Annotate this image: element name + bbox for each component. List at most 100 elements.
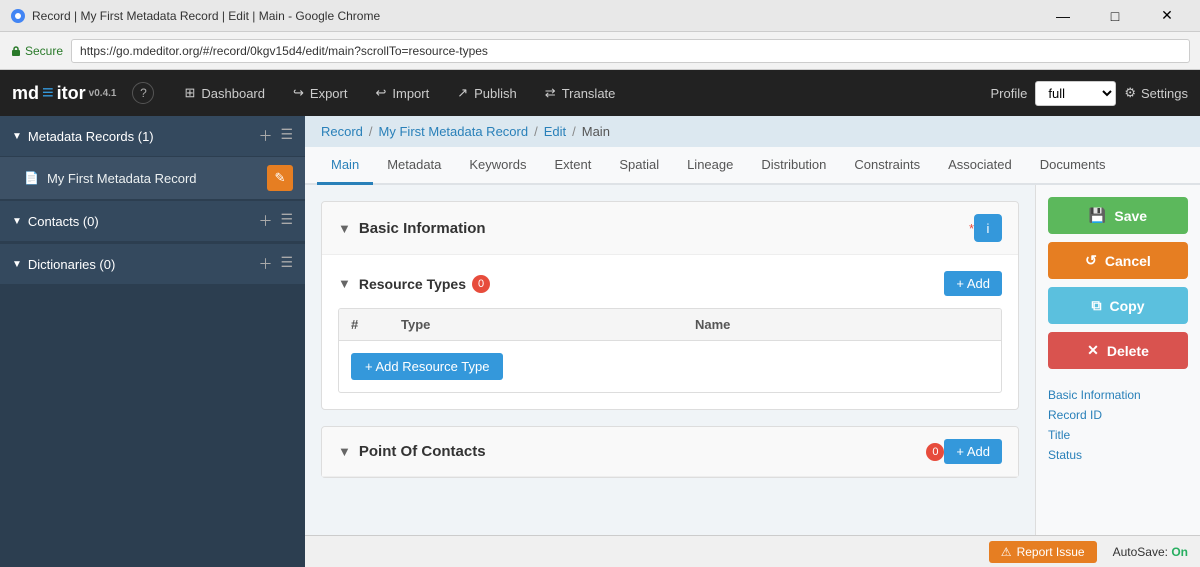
basic-info-card: ▼ Basic Information * i ▼ Resource Types… [321, 201, 1019, 410]
tab-extent[interactable]: Extent [540, 147, 605, 185]
basic-info-header: ▼ Basic Information * i [322, 202, 1018, 255]
add-record-icon[interactable]: ＋ [258, 126, 272, 146]
tab-keywords[interactable]: Keywords [455, 147, 540, 185]
chevron-right-icon: ▼ [12, 216, 22, 227]
window-controls: — □ ✕ [1040, 0, 1190, 32]
secure-badge: Secure [10, 44, 63, 58]
import-icon: ↩ [375, 85, 386, 101]
export-button[interactable]: ↪ Export [279, 70, 361, 116]
save-button[interactable]: 💾 Save [1048, 197, 1188, 234]
content-scroll-area: ▼ Basic Information * i ▼ Resource Types… [305, 185, 1200, 535]
main-area: ▼ Metadata Records (1) ＋ ☰ 📄 My First Me… [0, 116, 1200, 567]
dashboard-icon: ⊞ [184, 85, 195, 101]
browser-bar: Secure [0, 32, 1200, 70]
window-title: Record | My First Metadata Record | Edit… [32, 9, 1040, 23]
collapse-resource-icon[interactable]: ▼ [338, 276, 351, 291]
breadcrumb-record-name[interactable]: My First Metadata Record [379, 124, 529, 139]
url-input[interactable] [71, 39, 1190, 63]
breadcrumb-main: Main [582, 124, 610, 139]
basic-info-button[interactable]: i [974, 214, 1002, 242]
point-of-contacts-header: ▼ Point Of Contacts 0 + Add [322, 427, 1018, 477]
minimize-button[interactable]: — [1040, 0, 1086, 32]
nav-link-record-id[interactable]: Record ID [1048, 405, 1188, 425]
col-type: Type [401, 317, 695, 332]
import-button[interactable]: ↩ Import [361, 70, 443, 116]
translate-button[interactable]: ⇄ Translate [531, 70, 630, 116]
tab-spatial[interactable]: Spatial [605, 147, 673, 185]
resource-types-header: ▼ Resource Types 0 + Add [338, 271, 1002, 296]
chevron-down-icon: ▼ [12, 131, 22, 142]
record-file-icon: 📄 [24, 171, 39, 185]
dictionaries-section[interactable]: ▼ Dictionaries (0) ＋ ☰ [0, 244, 305, 285]
col-number: # [351, 317, 401, 332]
add-dict-icon[interactable]: ＋ [258, 254, 272, 274]
dict-list-icon[interactable]: ☰ [280, 254, 293, 274]
collapse-contacts-icon[interactable]: ▼ [338, 444, 351, 459]
breadcrumb: Record / My First Metadata Record / Edit… [305, 116, 1200, 147]
publish-button[interactable]: ↗ Publish [443, 70, 531, 116]
basic-info-body: ▼ Resource Types 0 + Add # Type Name [322, 255, 1018, 409]
lock-icon [10, 45, 22, 57]
help-button[interactable]: ? [132, 82, 154, 104]
tab-main[interactable]: Main [317, 147, 373, 185]
publish-icon: ↗ [457, 85, 468, 101]
dashboard-button[interactable]: ⊞ Dashboard [170, 70, 279, 116]
profile-select[interactable]: full basic [1035, 81, 1116, 106]
save-icon: 💾 [1089, 207, 1106, 224]
tab-lineage[interactable]: Lineage [673, 147, 747, 185]
tab-distribution[interactable]: Distribution [747, 147, 840, 185]
logo: md ≡ itor v0.4.1 [12, 82, 116, 105]
list-icon[interactable]: ☰ [280, 126, 293, 146]
logo-separator-icon: ≡ [42, 82, 54, 105]
tab-metadata[interactable]: Metadata [373, 147, 455, 185]
tab-constraints[interactable]: Constraints [840, 147, 934, 185]
collapse-basic-icon[interactable]: ▼ [338, 221, 351, 236]
right-nav-links: Basic Information Record ID Title Status [1048, 385, 1188, 465]
resource-types-table: # Type Name + Add Resource Type [338, 308, 1002, 393]
metadata-records-section[interactable]: ▼ Metadata Records (1) ＋ ☰ [0, 116, 305, 157]
chevron-dict-icon: ▼ [12, 259, 22, 270]
add-resource-type-button[interactable]: + Add [944, 271, 1002, 296]
breadcrumb-record[interactable]: Record [321, 124, 363, 139]
section-actions: ＋ ☰ [258, 126, 293, 146]
contacts-actions: ＋ ☰ [258, 211, 293, 231]
contacts-list-icon[interactable]: ☰ [280, 211, 293, 231]
tab-associated[interactable]: Associated [934, 147, 1026, 185]
add-contact-button[interactable]: + Add [944, 439, 1002, 464]
profile-section: Profile full basic ⚙ Settings [991, 81, 1189, 106]
cancel-button[interactable]: ↺ Cancel [1048, 242, 1188, 279]
title-bar: Record | My First Metadata Record | Edit… [0, 0, 1200, 32]
settings-icon: ⚙ [1124, 85, 1136, 101]
undo-icon: ↺ [1085, 252, 1097, 269]
copy-button[interactable]: ⧉ Copy [1048, 287, 1188, 324]
top-nav: md ≡ itor v0.4.1 ? ⊞ Dashboard ↪ Export … [0, 70, 1200, 116]
point-of-contacts-card: ▼ Point Of Contacts 0 + Add [321, 426, 1019, 478]
right-sidebar: 💾 Save ↺ Cancel ⧉ Copy ✕ Delete [1035, 185, 1200, 535]
nav-link-basic-info[interactable]: Basic Information [1048, 385, 1188, 405]
nav-link-status[interactable]: Status [1048, 445, 1188, 465]
add-contact-icon[interactable]: ＋ [258, 211, 272, 231]
settings-button[interactable]: ⚙ Settings [1124, 85, 1188, 101]
report-issue-button[interactable]: ⚠ Report Issue [989, 541, 1097, 563]
add-resource-inline-button[interactable]: + Add Resource Type [351, 353, 503, 380]
contacts-section[interactable]: ▼ Contacts (0) ＋ ☰ [0, 201, 305, 242]
sidebar-item-record[interactable]: 📄 My First Metadata Record ✎ [0, 157, 305, 199]
autosave-status: AutoSave: On [1113, 545, 1188, 559]
edit-record-button[interactable]: ✎ [267, 165, 293, 191]
tab-documents[interactable]: Documents [1026, 147, 1120, 185]
bottom-bar: ⚠ Report Issue AutoSave: On [305, 535, 1200, 567]
table-header-row: # Type Name [339, 309, 1001, 341]
main-content: ▼ Basic Information * i ▼ Resource Types… [305, 185, 1035, 535]
content-area: Record / My First Metadata Record / Edit… [305, 116, 1200, 567]
maximize-button[interactable]: □ [1092, 0, 1138, 32]
translate-icon: ⇄ [545, 85, 556, 101]
breadcrumb-edit[interactable]: Edit [544, 124, 566, 139]
export-icon: ↪ [293, 85, 304, 101]
chrome-icon [10, 8, 26, 24]
nav-link-title[interactable]: Title [1048, 425, 1188, 445]
delete-button[interactable]: ✕ Delete [1048, 332, 1188, 369]
dict-actions: ＋ ☰ [258, 254, 293, 274]
copy-icon: ⧉ [1092, 297, 1102, 314]
close-button[interactable]: ✕ [1144, 0, 1190, 32]
delete-icon: ✕ [1087, 342, 1099, 359]
